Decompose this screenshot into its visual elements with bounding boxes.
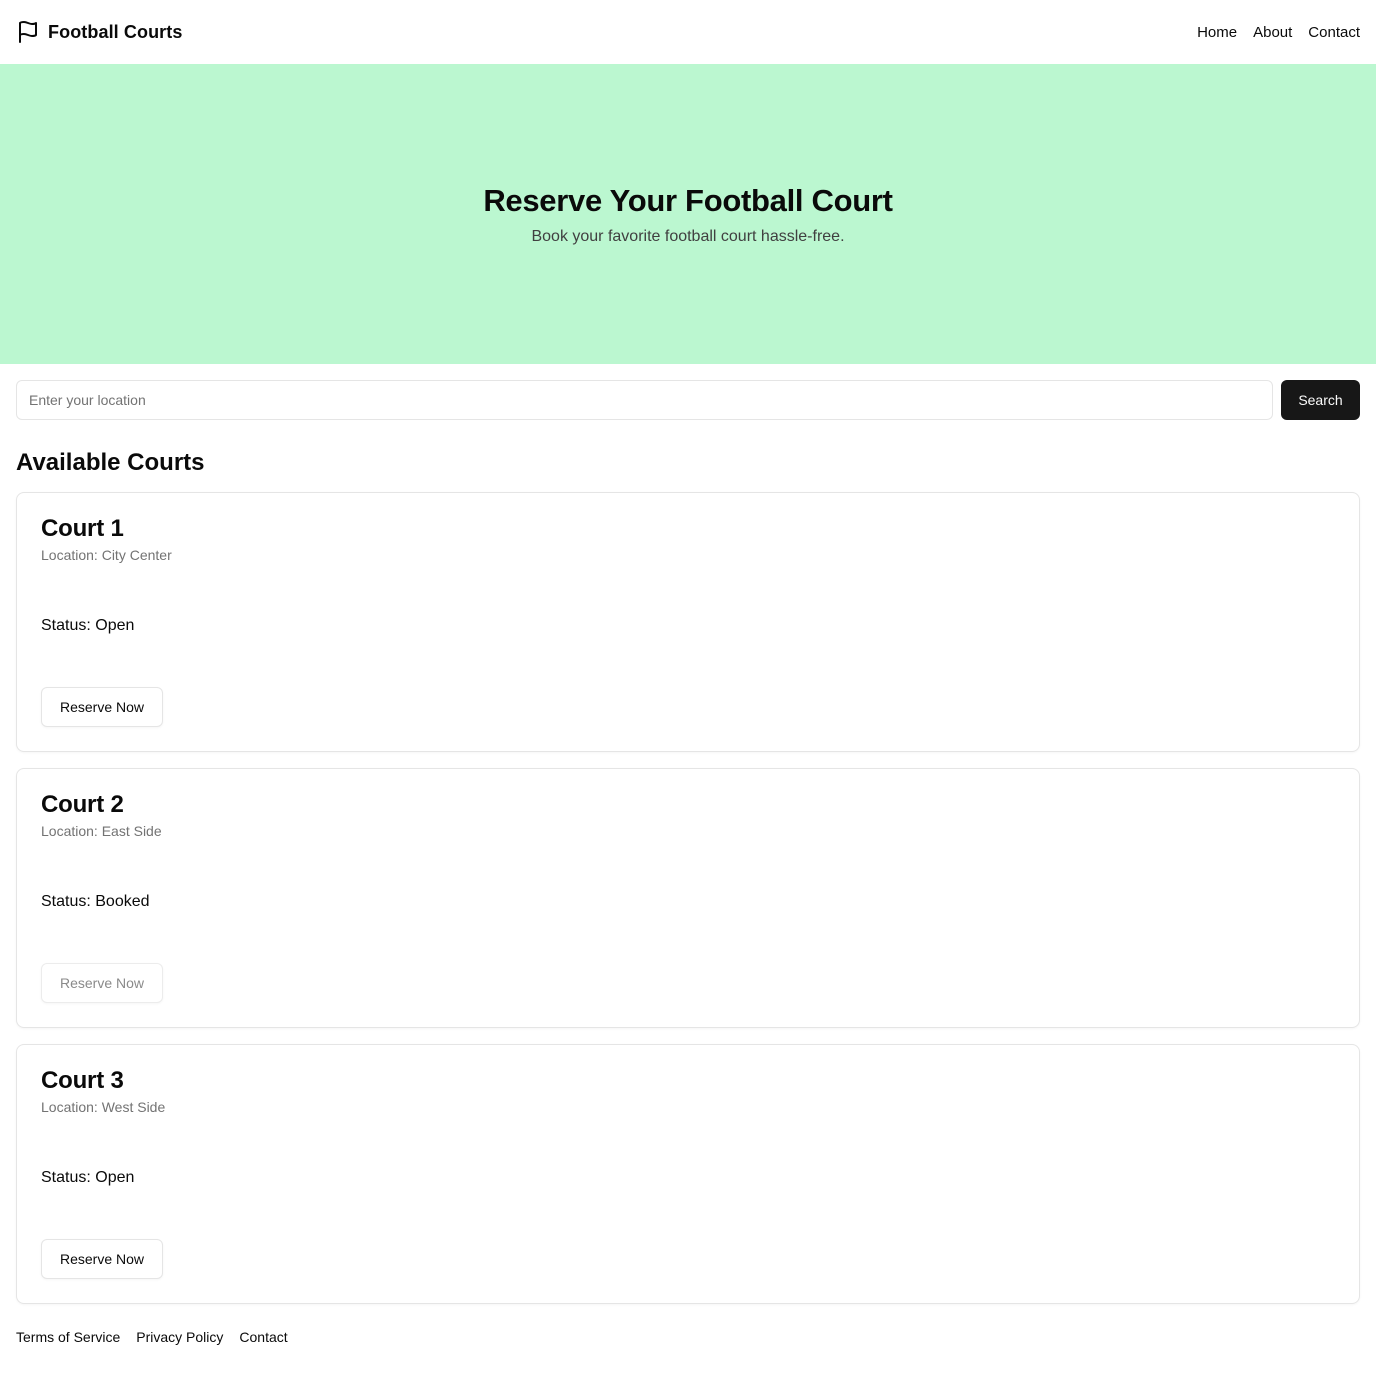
footer-terms-link[interactable]: Terms of Service	[16, 1329, 120, 1345]
footer-privacy-link[interactable]: Privacy Policy	[136, 1329, 223, 1345]
court-location: Location: West Side	[41, 1099, 166, 1115]
reserve-button[interactable]: Reserve Now	[41, 1239, 163, 1279]
court-location: Location: East Side	[41, 823, 162, 839]
nav-about[interactable]: About	[1253, 24, 1292, 41]
site-header: Football Courts Home About Contact	[0, 0, 1376, 64]
court-card: Court 2 Location: East Side Status: Book…	[16, 768, 1360, 1028]
court-status: Status: Open	[41, 617, 135, 634]
court-card: Court 1 Location: City Center Status: Op…	[16, 492, 1360, 752]
hero-banner: Reserve Your Football Court Book your fa…	[0, 64, 1376, 364]
reserve-button[interactable]: Reserve Now	[41, 963, 163, 1003]
court-name: Court 3	[41, 1067, 124, 1094]
court-status: Status: Booked	[41, 893, 150, 910]
section-title: Available Courts	[16, 449, 205, 476]
court-card: Court 3 Location: West Side Status: Open…	[16, 1044, 1360, 1304]
search-button[interactable]: Search	[1281, 380, 1360, 420]
brand-name: Football Courts	[48, 21, 183, 42]
search-bar: Search	[0, 364, 1376, 436]
flag-icon	[16, 20, 40, 44]
court-status: Status: Open	[41, 1169, 135, 1186]
reserve-button[interactable]: Reserve Now	[41, 687, 163, 727]
hero-title: Reserve Your Football Court	[483, 183, 893, 219]
court-name: Court 1	[41, 515, 124, 542]
hero-subtitle: Book your favorite football court hassle…	[531, 227, 845, 245]
court-name: Court 2	[41, 791, 124, 818]
nav-contact[interactable]: Contact	[1308, 24, 1360, 41]
court-location: Location: City Center	[41, 547, 172, 563]
nav-home[interactable]: Home	[1197, 24, 1237, 41]
court-list: Court 1 Location: City Center Status: Op…	[0, 492, 1376, 1304]
site-footer: Terms of Service Privacy Policy Contact	[0, 1329, 1376, 1345]
main-nav: Home About Contact	[1197, 24, 1360, 41]
footer-contact-link[interactable]: Contact	[239, 1329, 287, 1345]
brand-link[interactable]: Football Courts	[16, 20, 183, 44]
location-search-input[interactable]	[16, 380, 1273, 420]
